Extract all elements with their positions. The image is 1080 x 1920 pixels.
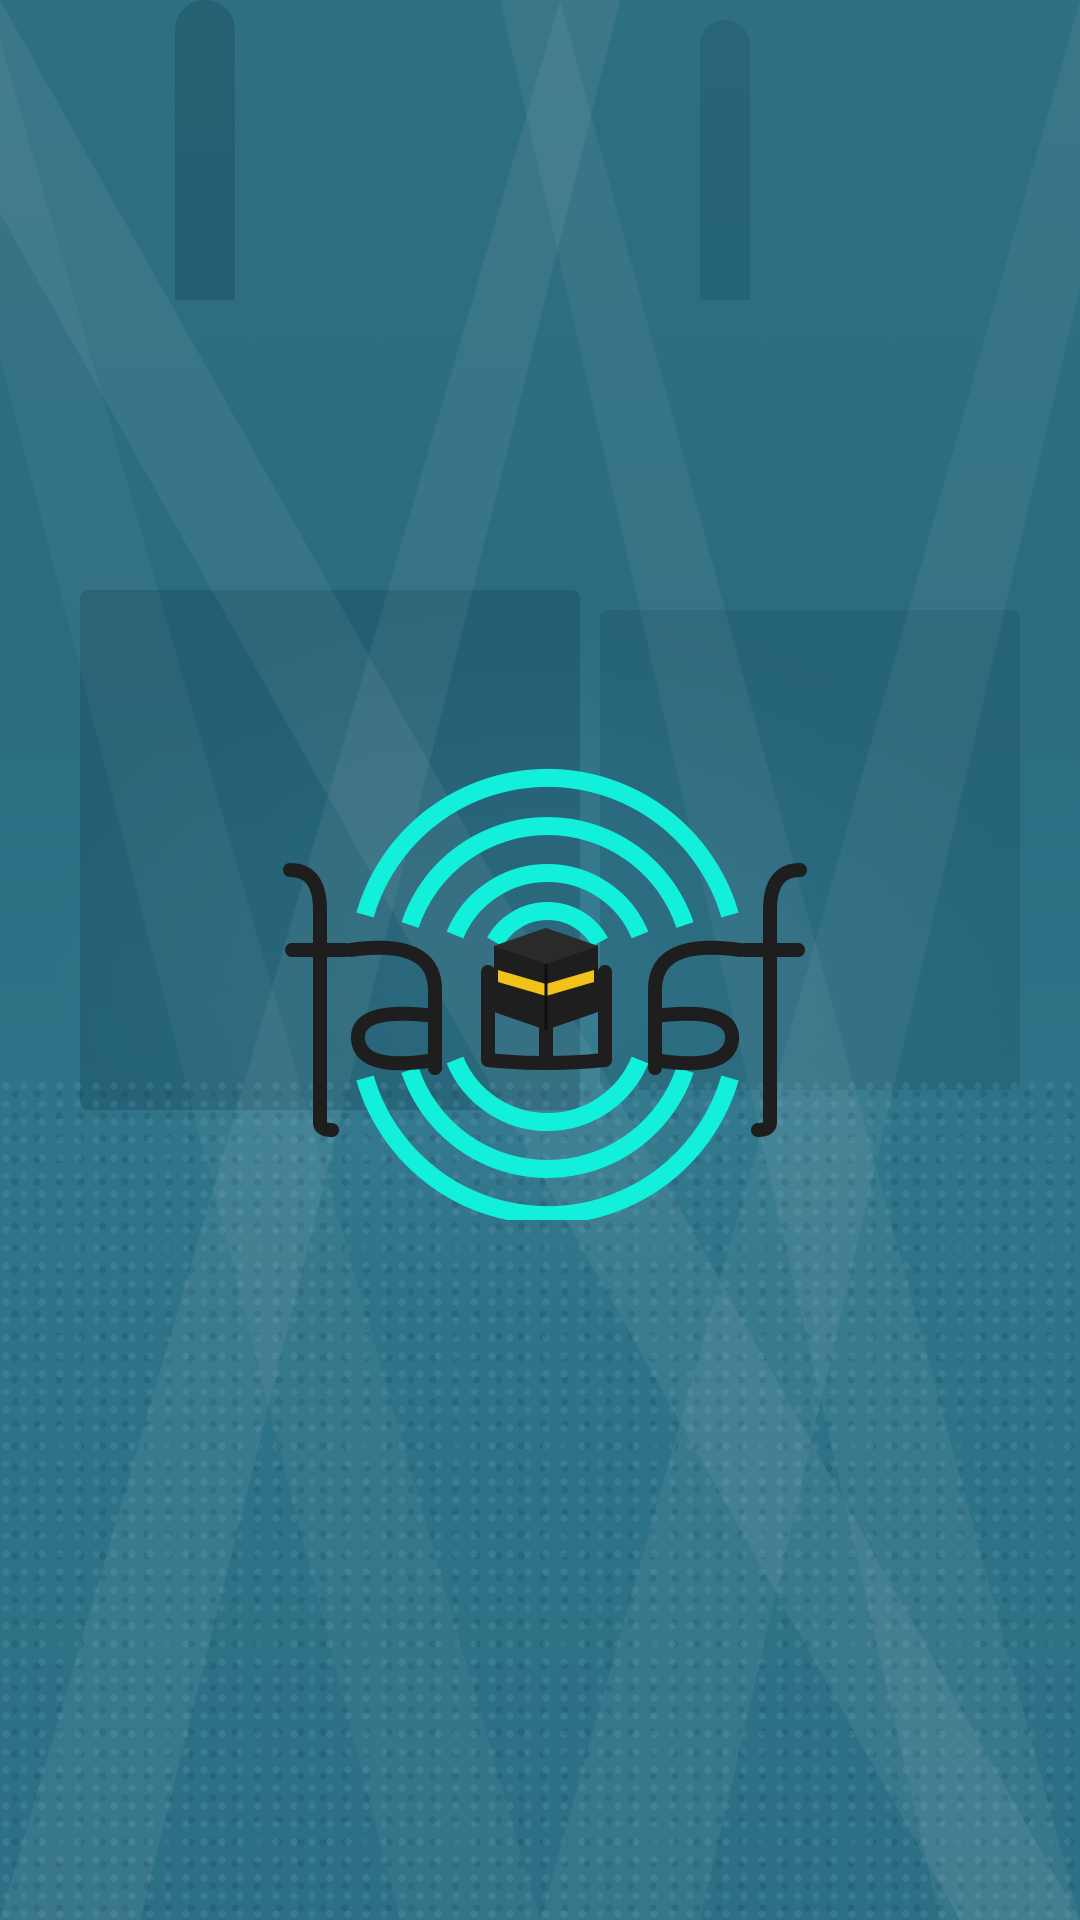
orbit-rings-top xyxy=(356,768,739,947)
splash-screen xyxy=(0,0,1080,1920)
kaaba-icon xyxy=(494,928,598,1030)
tawaf-logo xyxy=(283,768,807,1220)
orbit-rings-bottom xyxy=(356,1056,739,1220)
tawaf-wordmark-logo xyxy=(283,768,807,1220)
